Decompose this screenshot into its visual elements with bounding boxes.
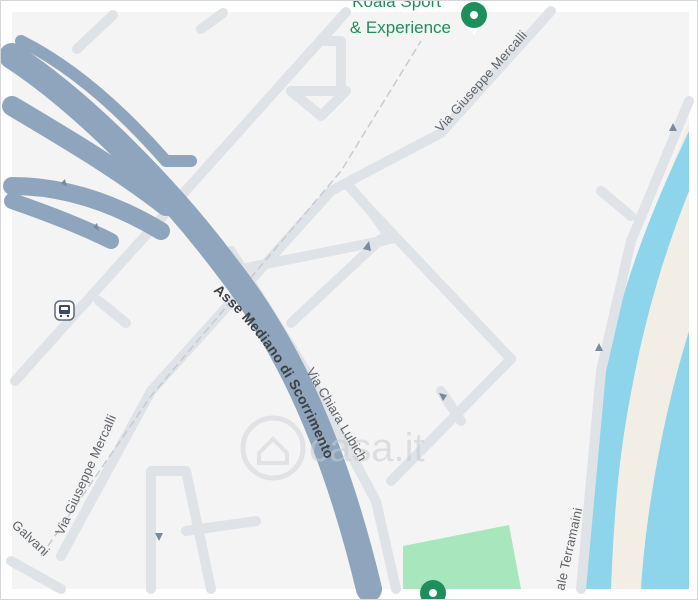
map-canvas[interactable]: casa.it Via Giuseppe Mercalli Via Giusep… [1,1,698,600]
poi-label-line1: Koala Sport [352,1,441,11]
map-view[interactable]: casa.it Via Giuseppe Mercalli Via Giusep… [0,0,698,600]
bus-stop-icon[interactable] [54,300,75,321]
poi-label-line2: & Experience [350,18,451,37]
